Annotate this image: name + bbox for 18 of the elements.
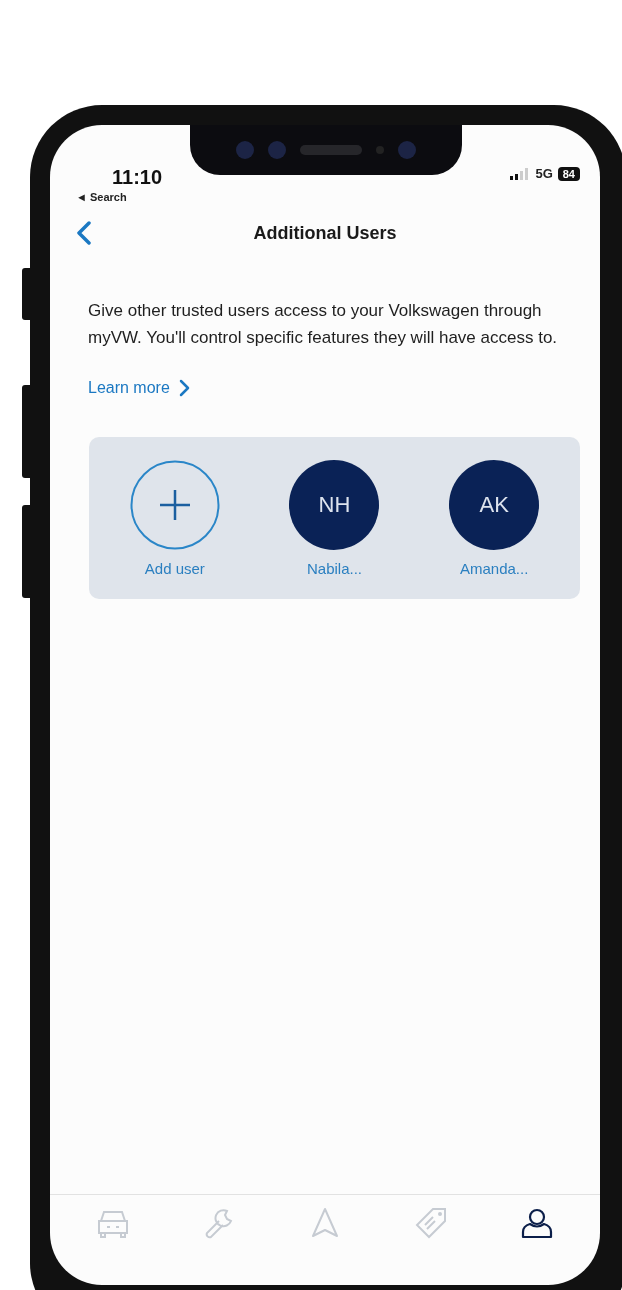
- signal-icon: [510, 167, 531, 180]
- user-avatar[interactable]: NH: [289, 459, 380, 550]
- user-label[interactable]: Add user: [144, 559, 205, 577]
- back-chevron-icon[interactable]: [76, 221, 92, 245]
- tag-icon[interactable]: [413, 1207, 449, 1239]
- user-label[interactable]: Amanda...: [459, 559, 529, 577]
- network-label: 5G: [535, 166, 553, 181]
- page-title: Additional Users: [253, 222, 397, 244]
- learn-more-link[interactable]: Learn more: [88, 379, 190, 397]
- add-user-button[interactable]: [129, 459, 220, 550]
- person-icon[interactable]: [519, 1207, 555, 1239]
- intro-text: Give other trusted users access to your Volkswagen through myVW. You'll control specific features they will have access to.: [88, 300, 559, 349]
- battery-indicator: 84: [557, 166, 580, 181]
- user-avatar[interactable]: AK: [449, 459, 540, 550]
- user-label[interactable]: Nabila...: [306, 559, 362, 577]
- chevron-right-icon[interactable]: [177, 379, 190, 397]
- status-time: 11:10: [111, 166, 163, 189]
- back-to-search-link[interactable]: ◄ Search: [76, 191, 163, 203]
